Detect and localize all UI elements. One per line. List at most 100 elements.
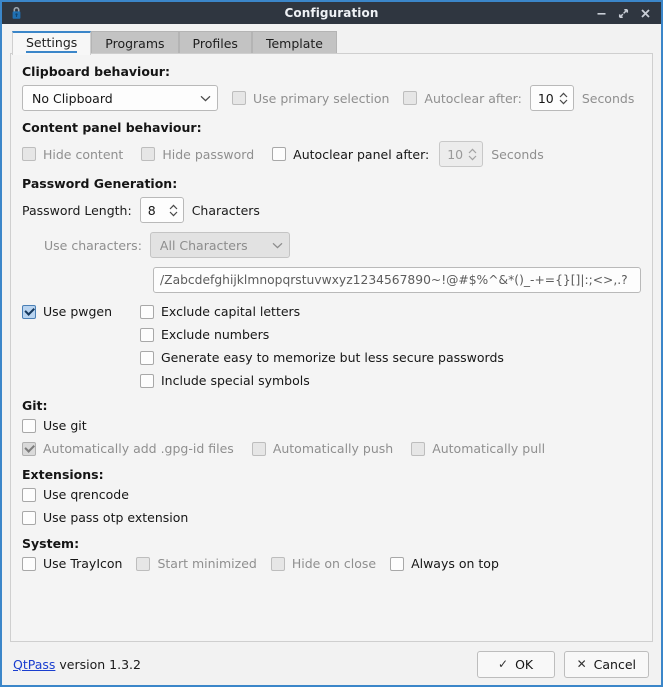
minimize-icon[interactable] — [595, 7, 608, 20]
close-icon[interactable] — [639, 7, 652, 20]
checkbox-box — [22, 510, 36, 525]
system-section-heading: System: — [22, 536, 80, 551]
charset-value: /Zabcdefghijklmnopqrstuvwxyz1234567890~!… — [160, 273, 628, 287]
qtpass-link[interactable]: QtPass — [13, 657, 55, 672]
charset-input[interactable]: /Zabcdefghijklmnopqrstuvwxyz1234567890~!… — [153, 267, 641, 293]
hide-content-label: Hide content — [43, 146, 124, 162]
start-minimized-checkbox[interactable]: Start minimized — [136, 556, 257, 571]
use-qrencode-checkbox[interactable]: Use qrencode — [22, 487, 129, 502]
use-trayicon-checkbox[interactable]: Use TrayIcon — [22, 556, 122, 571]
content-panel-row: Hide content Hide password Autoclear pan… — [22, 141, 641, 167]
password-length-row: Password Length: 8 Characters — [22, 197, 641, 223]
auto-pull-label: Automatically pull — [432, 441, 546, 456]
use-primary-selection-checkbox[interactable]: Use primary selection — [232, 91, 389, 106]
always-on-top-checkbox[interactable]: Always on top — [390, 556, 499, 571]
hide-password-checkbox[interactable]: Hide password — [141, 147, 254, 162]
window-controls — [595, 7, 655, 20]
checkbox-box — [22, 147, 36, 161]
auto-push-checkbox[interactable]: Automatically push — [251, 441, 394, 456]
clipboard-mode-value: No Clipboard — [32, 90, 113, 106]
dialog-footer: QtPass version 1.3.2 ✓ OK ✕ Cancel — [2, 643, 661, 685]
use-characters-select[interactable]: All Characters — [149, 232, 290, 258]
ok-button[interactable]: ✓ OK — [476, 650, 555, 678]
hide-content-checkbox[interactable]: Hide content — [22, 147, 123, 162]
tab-settings-label: Settings — [26, 35, 78, 53]
tab-profiles[interactable]: Profiles — [178, 31, 252, 55]
tab-programs[interactable]: Programs — [91, 31, 179, 55]
hide-on-close-label: Hide on close — [291, 556, 377, 571]
easy-memorize-checkbox[interactable]: Generate easy to memorize but less secur… — [140, 350, 504, 365]
hide-on-close-checkbox[interactable]: Hide on close — [270, 556, 377, 571]
checkbox-box — [390, 556, 405, 571]
clipboard-section-heading: Clipboard behaviour: — [22, 64, 170, 79]
easy-memorize-row: Generate easy to memorize but less secur… — [140, 350, 641, 365]
autoclear-panel-seconds-spinbox[interactable]: 10 — [439, 141, 484, 167]
ok-button-label: OK — [515, 656, 534, 672]
password-length-unit: Characters — [191, 202, 260, 218]
checkbox-box — [141, 147, 156, 161]
password-length-value: 8 — [147, 202, 156, 218]
tab-settings[interactable]: Settings — [12, 31, 92, 55]
checkbox-box — [140, 327, 154, 342]
settings-pane: Clipboard behaviour: No Clipboard Use pr… — [10, 53, 653, 642]
auto-pull-checkbox[interactable]: Automatically pull — [411, 441, 545, 456]
tab-programs-label: Programs — [105, 36, 165, 51]
hide-password-label: Hide password — [162, 146, 255, 162]
system-options-row: Use TrayIcon Start minimized Hide on clo… — [22, 556, 641, 571]
content-panel-seconds-unit: Seconds — [491, 146, 544, 162]
use-primary-selection-label: Use primary selection — [253, 90, 390, 106]
clipboard-autoclear-seconds-spinbox[interactable]: 10 — [529, 85, 574, 111]
checkbox-box — [403, 91, 418, 105]
version-text: version 1.3.2 — [59, 656, 141, 672]
cancel-button-label: Cancel — [593, 656, 636, 672]
checkbox-box — [140, 304, 154, 319]
exclude-numbers-row: Exclude numbers — [140, 327, 641, 342]
tab-template-label: Template — [265, 36, 323, 51]
use-pwgen-checkbox[interactable]: Use pwgen — [22, 304, 140, 319]
use-pass-otp-row: Use pass otp extension — [22, 510, 641, 525]
clipboard-row: No Clipboard Use primary selection Autoc… — [22, 85, 641, 111]
clipboard-autoclear-checkbox[interactable]: Autoclear after: — [403, 91, 522, 106]
password-length-label: Password Length: — [22, 202, 132, 218]
extensions-section-heading: Extensions: — [22, 467, 104, 482]
spinner-arrows-icon[interactable] — [467, 147, 478, 162]
spinner-arrows-icon[interactable] — [558, 91, 569, 106]
checkbox-box — [140, 373, 154, 388]
include-special-symbols-checkbox[interactable]: Include special symbols — [140, 373, 310, 388]
configuration-window: Configuration Settings Programs Profiles… — [0, 0, 663, 687]
auto-add-gpgid-checkbox[interactable]: Automatically add .gpg-id files — [22, 441, 234, 456]
exclude-capital-letters-checkbox[interactable]: Exclude capital letters — [140, 304, 300, 319]
use-pass-otp-checkbox[interactable]: Use pass otp extension — [22, 510, 188, 525]
use-characters-value: All Characters — [159, 237, 248, 253]
version-info: QtPass version 1.3.2 — [13, 657, 141, 672]
use-git-checkbox[interactable]: Use git — [22, 418, 87, 433]
tab-profiles-label: Profiles — [192, 36, 238, 51]
tab-template[interactable]: Template — [251, 31, 337, 55]
password-length-spinbox[interactable]: 8 — [139, 197, 184, 223]
checkbox-box — [22, 418, 36, 433]
checkbox-box — [251, 441, 266, 456]
git-section-heading: Git: — [22, 398, 48, 413]
checkbox-box — [22, 441, 36, 456]
spinner-arrows-icon[interactable] — [168, 203, 179, 218]
checkbox-box — [232, 91, 246, 105]
auto-push-label: Automatically push — [272, 441, 394, 456]
chevron-down-icon — [272, 242, 283, 249]
clipboard-mode-select[interactable]: No Clipboard — [22, 85, 218, 111]
cancel-button[interactable]: ✕ Cancel — [563, 650, 649, 678]
window-title: Configuration — [284, 6, 379, 20]
always-on-top-label: Always on top — [411, 556, 499, 571]
tab-bar: Settings Programs Profiles Template — [2, 24, 661, 55]
autoclear-panel-label: Autoclear panel after: — [293, 146, 430, 162]
autoclear-panel-checkbox[interactable]: Autoclear panel after: — [272, 147, 429, 162]
maximize-restore-icon[interactable] — [617, 7, 630, 20]
checkbox-box — [22, 304, 36, 319]
use-git-label: Use git — [43, 418, 87, 433]
exclude-numbers-label: Exclude numbers — [161, 327, 270, 342]
checkbox-box — [22, 556, 36, 571]
autoclear-panel-seconds-value: 10 — [447, 146, 464, 162]
exclude-numbers-checkbox[interactable]: Exclude numbers — [140, 327, 269, 342]
checkbox-box — [22, 487, 36, 502]
checkbox-box — [270, 556, 285, 571]
chevron-down-icon — [200, 95, 211, 102]
